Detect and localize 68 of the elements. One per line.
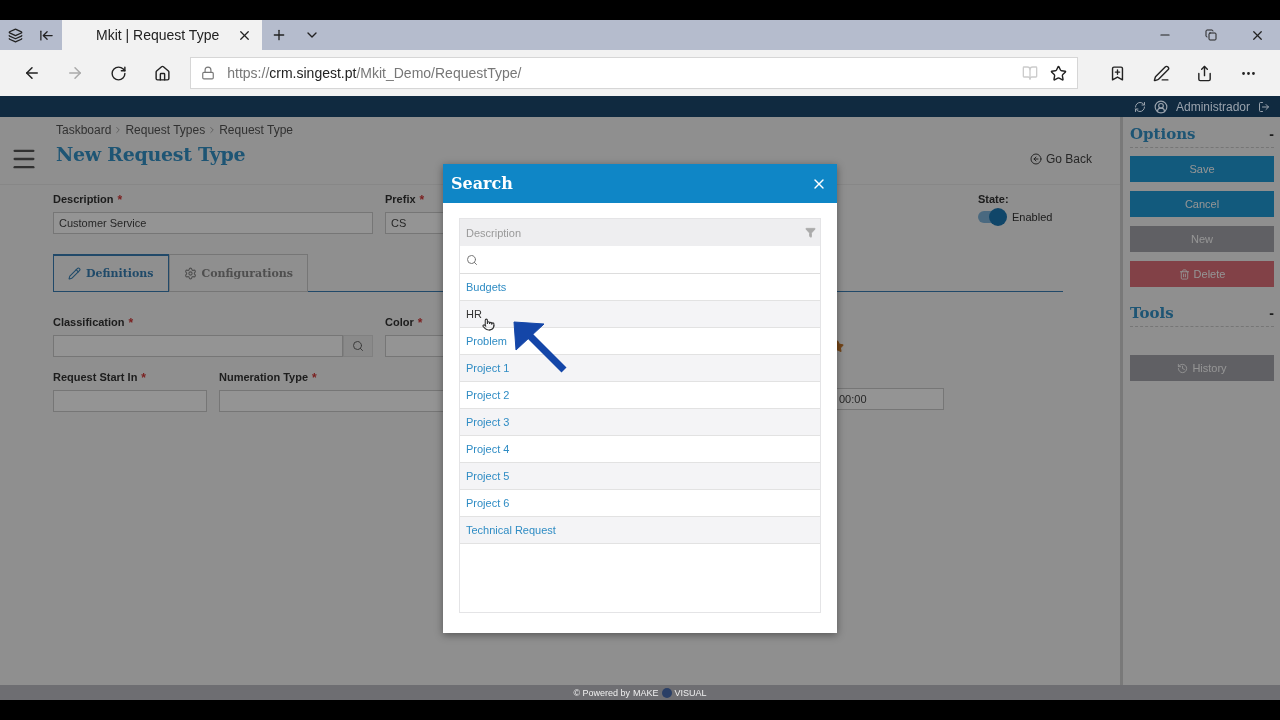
section-title: Options (1130, 125, 1196, 143)
breadcrumb-item[interactable]: Request Type (219, 123, 294, 137)
logo-icon (661, 687, 672, 698)
state-label: State: (978, 193, 1010, 205)
powered-by-text: © Powered by (573, 687, 631, 698)
sidebar-button[interactable]: Save (1130, 156, 1274, 182)
list-row[interactable]: Project 1 (460, 355, 820, 382)
logout-icon[interactable] (1258, 100, 1270, 113)
tabs-icon[interactable] (8, 27, 23, 43)
field-label: Description (53, 193, 114, 205)
browser-tab[interactable]: Mkit | Request Type (62, 20, 262, 50)
field-label: Prefix (385, 193, 416, 205)
pen-icon[interactable] (1152, 64, 1170, 82)
collapse-toggle[interactable]: - (1269, 305, 1274, 321)
refresh-icon[interactable] (110, 64, 128, 82)
star-icon[interactable] (1049, 64, 1067, 82)
tab[interactable]: Configurations (168, 254, 308, 292)
required-mark: * (417, 316, 423, 330)
history-icon (1177, 362, 1189, 374)
delete-button[interactable]: Delete (1130, 261, 1274, 287)
url-text: https://crm.singest.pt/Mkit_Demo/RequestType/ (227, 65, 523, 81)
new-tab-icon[interactable] (271, 27, 287, 43)
lock-icon (201, 66, 216, 80)
breadcrumb-item[interactable]: Taskboard (56, 123, 112, 137)
gear-icon (183, 266, 197, 280)
state-toggle[interactable] (978, 211, 1006, 223)
classification-field[interactable] (53, 335, 343, 357)
column-header[interactable]: Description (460, 219, 820, 246)
hand-cursor-icon (482, 318, 495, 331)
field-label: Color (385, 316, 414, 328)
sync-icon[interactable] (1133, 100, 1146, 113)
list-row[interactable]: HR (460, 301, 820, 328)
brand-text: MAKE (633, 687, 659, 698)
user-name[interactable]: Administrador (1175, 99, 1250, 114)
list-row[interactable]: Technical Request (460, 517, 820, 544)
pencil-icon (68, 267, 81, 280)
sidebar-button[interactable]: Cancel (1130, 191, 1274, 217)
required-mark: * (312, 371, 317, 385)
search-icon (352, 340, 364, 352)
dialog-title: Search (451, 174, 513, 193)
field-label: Request Start In (53, 371, 138, 383)
search-icon (466, 253, 478, 266)
page-title: New Request Type (56, 143, 247, 165)
address-bar[interactable]: https://crm.singest.pt/Mkit_Demo/RequestType/ (190, 57, 1078, 89)
required-mark: * (419, 193, 425, 207)
text-field[interactable] (53, 390, 207, 412)
brand-text: VISUAL (674, 687, 707, 698)
go-back-link[interactable]: Go Back (1029, 152, 1092, 166)
breadcrumb-item[interactable]: Request Types (125, 123, 206, 137)
required-mark: * (128, 316, 134, 330)
field-label: Numeration Type (219, 371, 309, 383)
favorites-icon[interactable] (1109, 64, 1126, 82)
back-icon (1029, 153, 1042, 165)
user-icon (1153, 99, 1168, 114)
list-row[interactable]: Project 5 (460, 463, 820, 490)
list-row[interactable]: Project 3 (460, 409, 820, 436)
tab[interactable]: Definitions (53, 254, 169, 292)
section-title: Tools (1130, 304, 1174, 322)
restore-icon[interactable] (1205, 29, 1217, 41)
required-mark: * (141, 371, 147, 385)
home-icon[interactable] (153, 64, 171, 82)
required-mark: * (117, 193, 123, 207)
state-text: Enabled (1012, 211, 1053, 223)
share-icon[interactable] (1196, 64, 1214, 82)
trash-icon (1178, 268, 1190, 280)
field-label: Classification (53, 316, 125, 328)
text-field[interactable]: Customer Service (53, 212, 373, 234)
collapse-toggle[interactable]: - (1269, 126, 1274, 142)
